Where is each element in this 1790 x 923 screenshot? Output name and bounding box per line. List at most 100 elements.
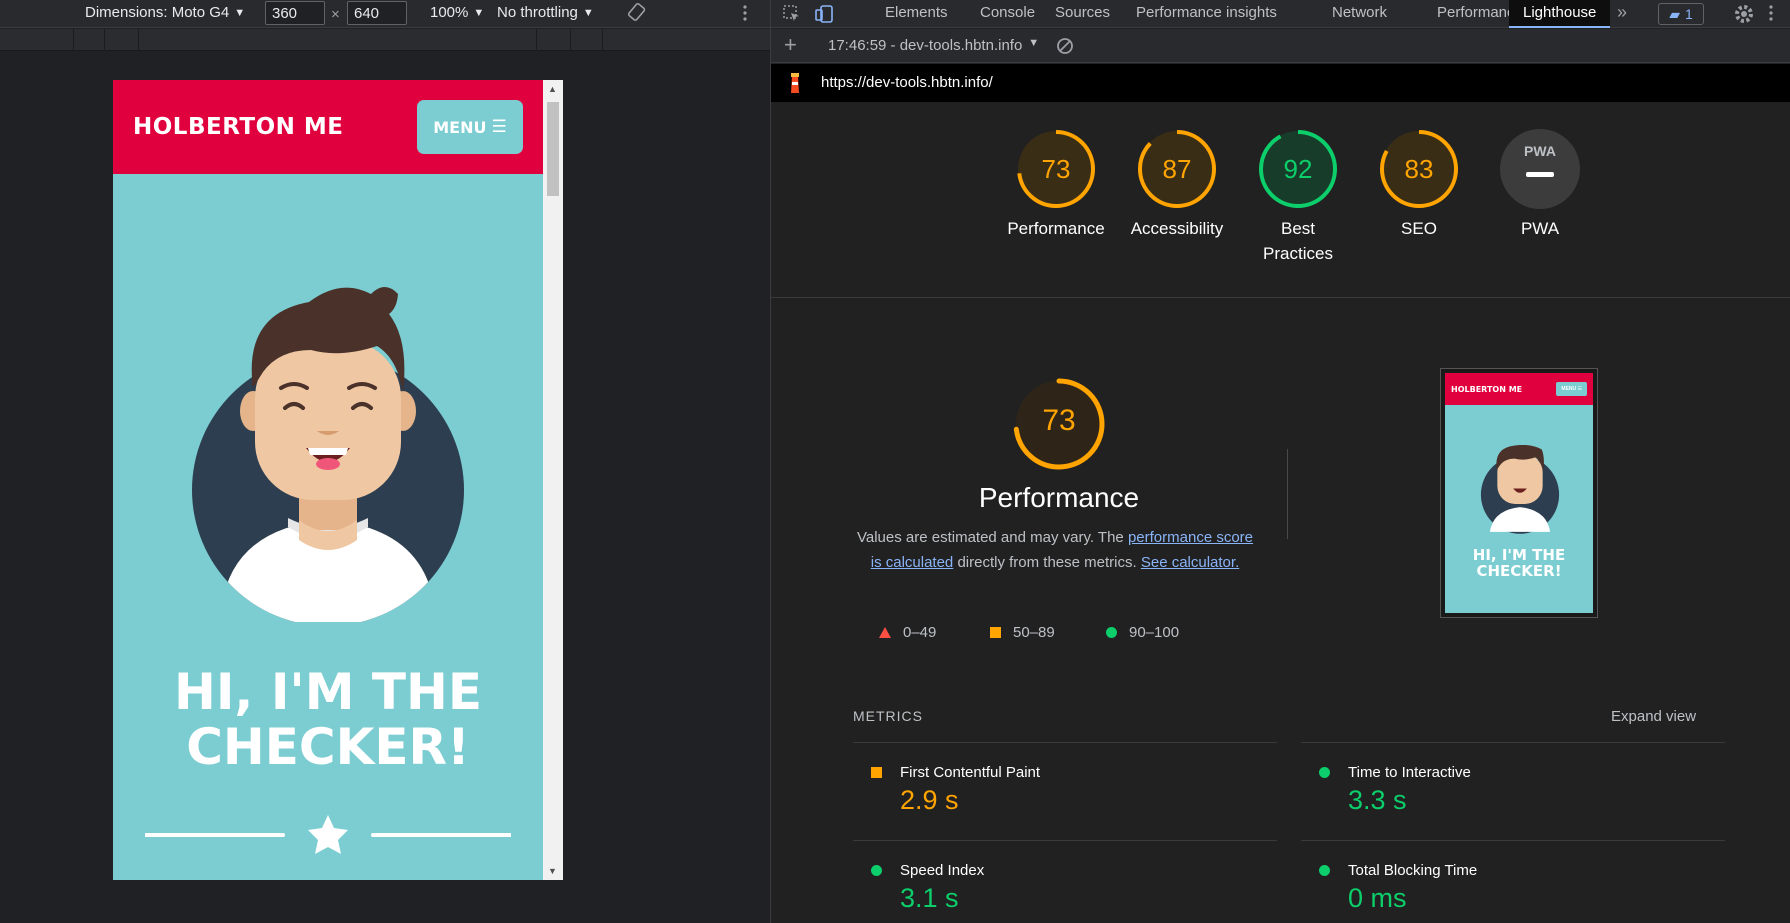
- square-icon: [990, 627, 1001, 638]
- score-gauge-seo[interactable]: 83 SEO: [1359, 128, 1479, 241]
- thumb-avatar: [1480, 445, 1560, 534]
- score-ring: 73: [1017, 130, 1095, 208]
- zoom-label: 100%: [430, 4, 469, 21]
- metric-value: 3.1 s: [900, 883, 959, 913]
- legend-range: 90–100: [1129, 624, 1180, 641]
- performance-score-large: 73: [1042, 404, 1076, 437]
- pwa-badge-background: [1500, 129, 1580, 209]
- throttling-label: No throttling: [497, 4, 578, 21]
- score-value: 83: [1405, 154, 1434, 184]
- dimension-separator: ×: [331, 6, 340, 23]
- devtools-window: Dimensions: Moto G4 ▼ × 100% ▼ No thrott…: [0, 0, 1790, 923]
- menu-button[interactable]: MENU ☰: [417, 100, 523, 154]
- circle-icon: [1319, 767, 1330, 778]
- devtools-menu-icon[interactable]: [1768, 3, 1774, 27]
- thumb-hero-line-2: CHECKER!: [1476, 562, 1562, 580]
- dimensions-label: Dimensions: Moto G4: [85, 4, 230, 21]
- score-gauge-best-practices[interactable]: 92 Best Practices: [1238, 128, 1358, 266]
- expand-view-toggle[interactable]: Expand view: [1611, 708, 1696, 725]
- lighthouse-logo-icon: [787, 73, 803, 99]
- site-logo[interactable]: HOLBERTON ME: [133, 114, 343, 140]
- zoom-dropdown[interactable]: 100% ▼: [430, 4, 484, 21]
- new-report-icon[interactable]: +: [784, 32, 797, 58]
- performance-title: Performance: [978, 482, 1140, 513]
- hero-title: HI, I'M THE CHECKER!: [113, 665, 543, 775]
- score-value: 73: [1042, 154, 1071, 184]
- scrollbar-thumb[interactable]: [547, 102, 559, 196]
- dimensions-dropdown[interactable]: Dimensions: Moto G4 ▼: [85, 4, 245, 21]
- height-input[interactable]: [347, 1, 407, 25]
- score-value: 92: [1284, 154, 1313, 184]
- metric-first-contentful-paint: First Contentful Paint 2.9 s: [853, 742, 1277, 840]
- chevron-down-icon: ▼: [1028, 37, 1040, 49]
- scroll-up-icon[interactable]: ▲: [548, 84, 557, 94]
- metric-time-to-interactive: Time to Interactive 3.3 s: [1301, 742, 1725, 840]
- legend-item-circle: 90–100: [1106, 624, 1179, 641]
- score-ring: 87: [1138, 130, 1216, 208]
- metric-value: 3.3 s: [1348, 785, 1407, 815]
- performance-gauge-large: 73: [1009, 374, 1109, 479]
- metric-value: 2.9 s: [900, 785, 959, 815]
- inspect-element-icon[interactable]: [782, 4, 802, 28]
- score-gauge-pwa[interactable]: PWA PWA: [1480, 128, 1600, 241]
- metric-value: 0 ms: [1348, 883, 1407, 913]
- tab-performance-insights[interactable]: Performance insights: [1122, 0, 1291, 28]
- legend-item-triangle: 0–49: [879, 624, 936, 641]
- score-label: PWA: [1520, 219, 1560, 238]
- scroll-down-icon[interactable]: ▼: [548, 866, 557, 876]
- tab-sources[interactable]: Sources: [1041, 0, 1124, 28]
- score-label: Accessibility: [1130, 219, 1224, 238]
- tab-lighthouse[interactable]: Lighthouse: [1509, 0, 1611, 28]
- tab-console[interactable]: Console: [966, 0, 1049, 28]
- pwa-badge-text: PWA: [1524, 143, 1556, 159]
- device-toolbar: Dimensions: Moto G4 ▼ × 100% ▼ No thrott…: [0, 0, 770, 28]
- more-options-icon[interactable]: [742, 3, 748, 23]
- vertical-separator: [1287, 449, 1288, 539]
- settings-gear-icon[interactable]: [1733, 3, 1755, 29]
- score-gauge-performance[interactable]: 73 Performance: [996, 128, 1116, 241]
- issues-badge[interactable]: ▰ 1: [1658, 3, 1704, 25]
- section-divider: [771, 297, 1790, 298]
- report-url[interactable]: https://dev-tools.hbtn.info/: [821, 74, 993, 91]
- thumb-hero: HI, I'M THE CHECKER!: [1445, 547, 1593, 579]
- score-ring: 92: [1259, 130, 1337, 208]
- score-ring: 83: [1380, 130, 1458, 208]
- triangle-icon: [879, 627, 891, 638]
- final-screenshot[interactable]: HOLBERTON ME MENU ☰ HI, I'M THE CHECKER!: [1440, 368, 1598, 618]
- clear-icon[interactable]: [1056, 37, 1074, 59]
- report-selector-label: 17:46:59 - dev-tools.hbtn.info: [828, 37, 1023, 54]
- score-label: SEO: [1401, 219, 1437, 238]
- more-tabs-icon[interactable]: »: [1617, 2, 1627, 23]
- device-viewport: HOLBERTON ME MENU ☰ HI, I'M THE CHECKER!…: [113, 80, 563, 880]
- report-url-bar: https://dev-tools.hbtn.info/: [771, 64, 1790, 102]
- hamburger-icon: ☰: [491, 117, 507, 137]
- metric-label: Total Blocking Time: [1348, 862, 1478, 879]
- throttling-dropdown[interactable]: No throttling ▼: [497, 4, 594, 21]
- thumb-logo: HOLBERTON ME: [1451, 384, 1523, 394]
- tab-elements[interactable]: Elements: [871, 0, 962, 28]
- message-icon: ▰: [1669, 5, 1680, 22]
- circle-icon: [1106, 627, 1117, 638]
- square-icon: [871, 767, 882, 778]
- media-query-bar[interactable]: [0, 29, 770, 51]
- star-divider: [145, 815, 511, 854]
- description-text: directly from these metrics.: [957, 554, 1137, 571]
- issues-count: 1: [1684, 6, 1693, 22]
- page-scrollbar[interactable]: ▲ ▼: [543, 80, 563, 880]
- rotate-icon[interactable]: [627, 3, 647, 23]
- devtools-tab-bar: Elements Console Sources Performance insigh…: [771, 0, 1790, 28]
- performance-description: Values are estimated and may vary. The p…: [855, 525, 1255, 575]
- score-label: Best Practices: [1263, 219, 1333, 263]
- score-gauge-accessibility[interactable]: 87 Accessibility: [1117, 128, 1237, 241]
- width-input[interactable]: [265, 1, 325, 25]
- emulated-page: HOLBERTON ME MENU ☰ HI, I'M THE CHECKER!: [113, 80, 543, 880]
- tab-network[interactable]: Network: [1318, 0, 1401, 28]
- device-toolbar-icon[interactable]: [814, 4, 834, 28]
- metric-total-blocking-time: Total Blocking Time 0 ms: [1301, 840, 1725, 923]
- chevron-down-icon: ▼: [582, 6, 594, 19]
- metric-label: Time to Interactive: [1348, 764, 1471, 781]
- see-calculator-link[interactable]: See calculator.: [1141, 554, 1239, 571]
- hero-line-1: HI, I'M THE: [173, 663, 483, 721]
- report-selector[interactable]: 17:46:59 - dev-tools.hbtn.info ▼: [828, 37, 1039, 54]
- score-ring: PWA: [1500, 129, 1580, 209]
